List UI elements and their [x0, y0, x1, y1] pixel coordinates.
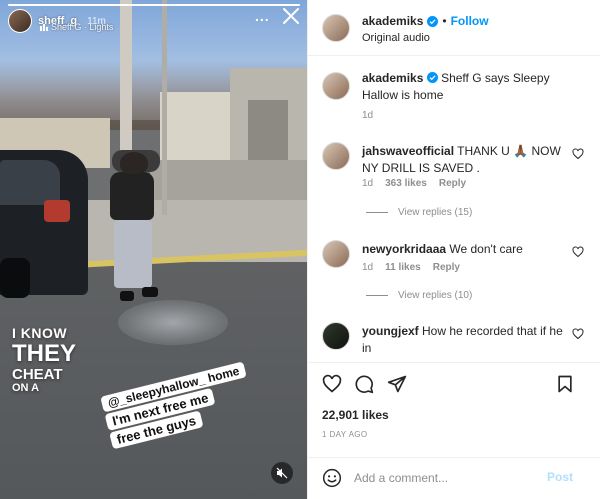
comment-bubble-icon[interactable] — [354, 374, 374, 394]
comment-text: We don't care — [449, 242, 523, 256]
overlay-line: I KNOW — [12, 325, 68, 341]
overlay-line: CHEAT — [12, 366, 63, 383]
video-car-taillight — [44, 200, 70, 222]
author-row: akademiks • Follow — [362, 14, 489, 28]
story-progress-bar — [8, 4, 300, 6]
comment-likes[interactable]: 11 likes — [385, 262, 421, 273]
view-replies[interactable]: View replies (15) — [366, 207, 472, 218]
separator-dot: • — [442, 14, 447, 28]
speaker-muted-icon — [276, 467, 288, 479]
caption-time: 1d — [362, 110, 374, 121]
commenter-avatar[interactable] — [322, 240, 350, 268]
video-car-window — [0, 160, 60, 205]
view-replies-label: View replies (10) — [398, 290, 473, 301]
comment-time: 1d — [362, 262, 374, 273]
story-overlay-text: I KNOW THEY CHEAT ON A — [12, 326, 76, 394]
replies-divider — [366, 212, 388, 213]
close-icon[interactable] — [281, 6, 301, 26]
video-parking-lot — [150, 160, 307, 205]
music-bars-icon — [40, 24, 48, 31]
post-sidebar: akademiks • Follow Original audio akadem… — [307, 0, 600, 499]
video-pole — [162, 0, 167, 215]
share-paper-plane-icon[interactable] — [387, 374, 407, 394]
like-heart-icon[interactable] — [322, 374, 342, 394]
author-avatar[interactable] — [322, 14, 350, 42]
follow-button[interactable]: Follow — [451, 14, 489, 28]
mute-button[interactable] — [271, 462, 293, 484]
heart-icon[interactable] — [572, 246, 584, 258]
post-button[interactable]: Post — [547, 470, 573, 484]
overlay-line: ON A — [12, 382, 40, 394]
video-ice-patch — [118, 300, 228, 345]
comment-meta: 1d 11 likes Reply — [362, 262, 460, 273]
original-audio-link[interactable]: Original audio — [362, 32, 430, 44]
author-username[interactable]: akademiks — [362, 14, 423, 28]
story-avatar[interactable] — [8, 9, 32, 33]
comment-username[interactable]: jahswaveofficial — [362, 144, 454, 158]
comment-meta: 1d 363 likes Reply — [362, 178, 466, 189]
emoji-icon[interactable] — [322, 468, 342, 488]
view-replies[interactable]: View replies (10) — [366, 290, 472, 301]
caption-avatar[interactable] — [322, 72, 350, 100]
comment-username[interactable]: youngjexf — [362, 324, 419, 338]
caption-username[interactable]: akademiks — [362, 71, 423, 85]
video-car-wheel — [0, 258, 30, 298]
story-music[interactable]: Sheff G · Lights — [40, 22, 113, 32]
caption-body: akademiks Sheff G says Sleepy Hallow is … — [362, 70, 588, 104]
commenter-avatar[interactable] — [322, 322, 350, 350]
video-person-legs — [114, 220, 152, 288]
comment-username[interactable]: newyorkridaaa — [362, 242, 446, 256]
story-music-label: Sheff G · Lights — [51, 22, 114, 32]
comment-composer: Post — [308, 457, 600, 499]
comment-input[interactable] — [354, 468, 534, 488]
video-person-vest — [110, 172, 154, 220]
replies-divider — [366, 295, 388, 296]
overlay-line: THEY — [12, 340, 77, 367]
story-video[interactable]: sheff_g 11m Sheff G · Lights ... I KNOW … — [0, 0, 307, 499]
comment-body: newyorkridaaa We don't care — [362, 241, 566, 258]
post-date: 1 DAY AGO — [322, 430, 368, 439]
comment-body: youngjexf How he recorded that if he in — [362, 323, 566, 357]
verified-badge-icon — [426, 72, 438, 83]
bookmark-icon[interactable] — [555, 374, 575, 394]
likes-count[interactable]: 22,901 likes — [322, 408, 389, 422]
video-person-head — [120, 152, 148, 174]
heart-icon[interactable] — [572, 328, 584, 340]
reply-button[interactable]: Reply — [433, 262, 460, 273]
post-header: akademiks • Follow Original audio — [308, 0, 600, 56]
view-replies-label: View replies (15) — [398, 207, 473, 218]
more-options-icon[interactable]: ... — [255, 8, 270, 24]
actions-divider — [308, 362, 600, 363]
comment-likes[interactable]: 363 likes — [385, 178, 427, 189]
verified-badge-icon — [427, 15, 439, 27]
video-garage-door — [248, 100, 288, 162]
heart-icon[interactable] — [572, 148, 584, 160]
video-person-shoe — [142, 287, 158, 297]
video-person-shoe — [120, 291, 134, 301]
commenter-avatar[interactable] — [322, 142, 350, 170]
comment-body: jahswaveofficial THANK U 🙏🏾 NOW NY DRILL… — [362, 143, 566, 177]
video-building — [160, 92, 240, 162]
reply-button[interactable]: Reply — [439, 178, 466, 189]
comment-time: 1d — [362, 178, 374, 189]
